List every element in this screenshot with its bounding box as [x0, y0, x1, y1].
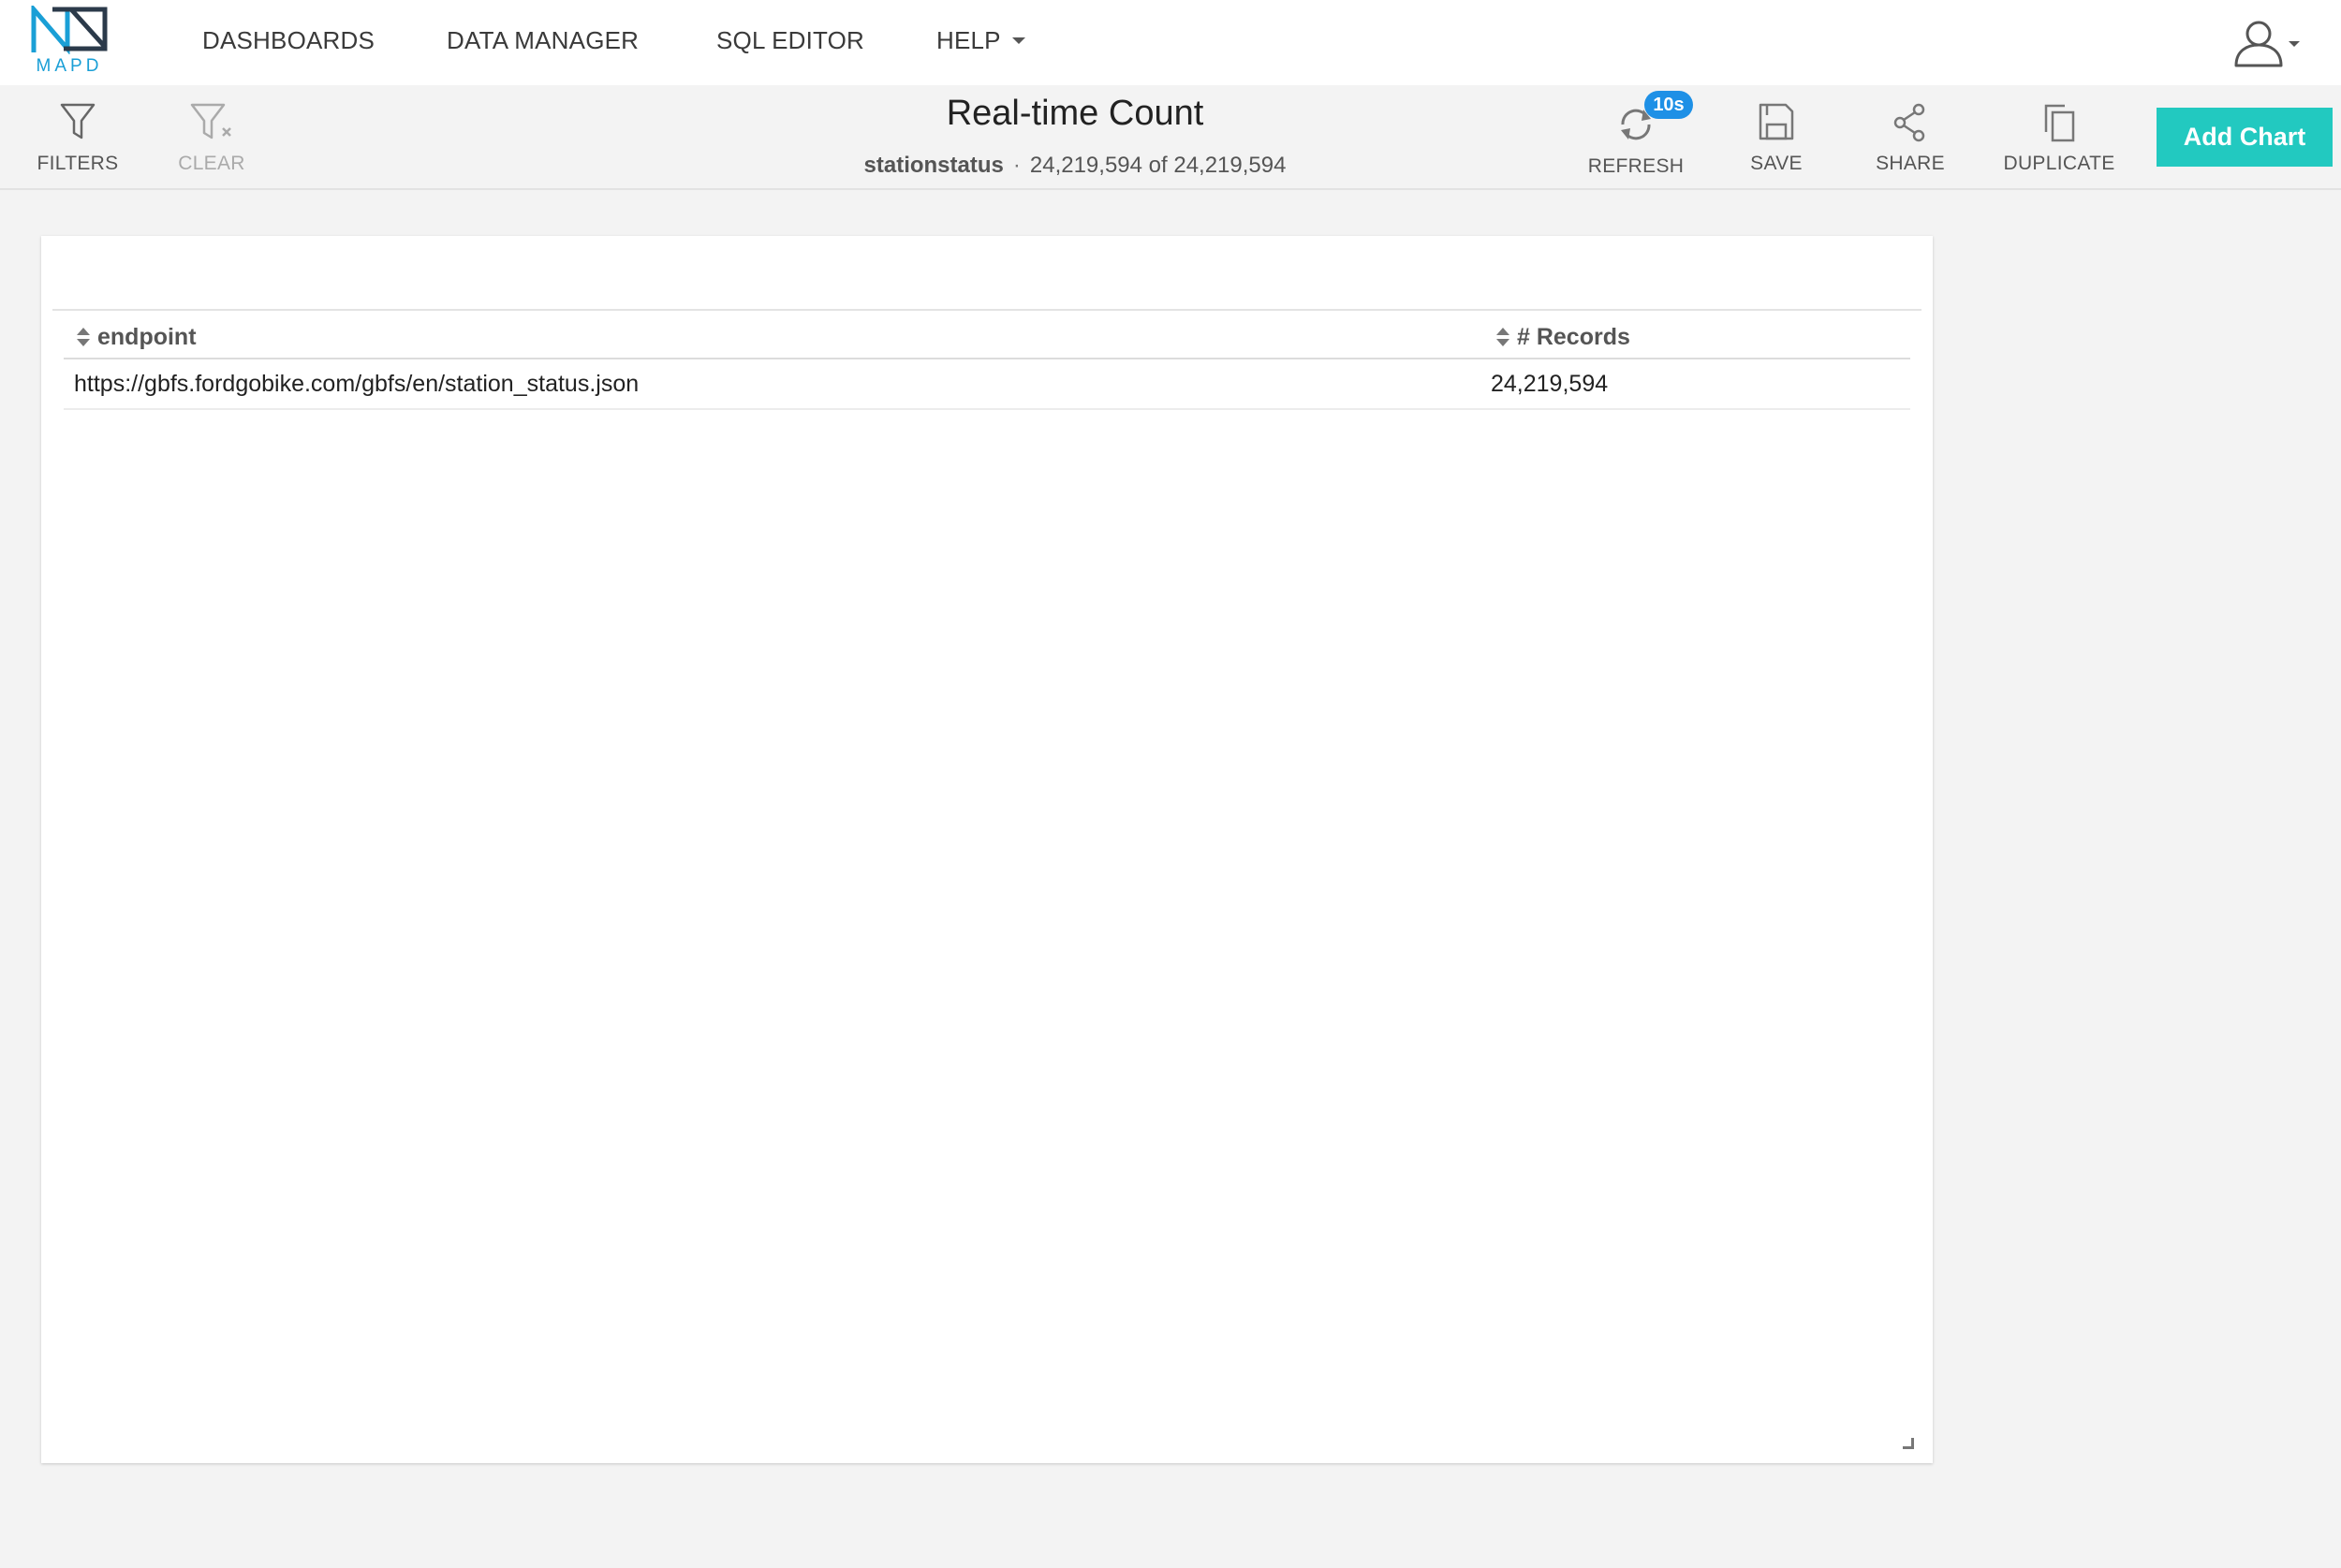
- sort-icon: [1496, 328, 1509, 346]
- mapd-logo-icon: [31, 6, 108, 54]
- column-header-endpoint[interactable]: endpoint: [77, 318, 197, 356]
- user-caret-icon[interactable]: [2289, 41, 2300, 47]
- record-count: 24,219,594 of 24,219,594: [1029, 153, 1287, 178]
- column-header-records[interactable]: # Records: [1496, 318, 1630, 356]
- add-chart-button[interactable]: Add Chart: [2157, 108, 2333, 167]
- column-header-label: endpoint: [97, 323, 197, 350]
- column-header-label: # Records: [1517, 323, 1630, 350]
- top-navbar: MAPD DASHBOARDS DATA MANAGER SQL EDITOR …: [0, 0, 2341, 85]
- nav-help-label: HELP: [936, 26, 1001, 54]
- nav-help[interactable]: HELP: [936, 26, 1025, 55]
- table-chart-card[interactable]: endpoint # Records https://gbfs.fordgobi…: [41, 236, 1933, 1463]
- cell-records: 24,219,594: [1491, 371, 1609, 397]
- cell-endpoint: https://gbfs.fordgobike.com/gbfs/en/stat…: [74, 371, 640, 397]
- nav-dashboards[interactable]: DASHBOARDS: [202, 26, 375, 55]
- resize-handle[interactable]: [1903, 1438, 1914, 1449]
- dashboard-source-count: stationstatus · 24,219,594 of 24,219,594: [0, 153, 2150, 179]
- sort-icon: [77, 328, 90, 346]
- nav-sql-editor[interactable]: SQL EDITOR: [716, 26, 864, 55]
- caret-down-icon: [1011, 37, 1025, 44]
- separator: ·: [1012, 153, 1021, 178]
- table-top-divider: [52, 309, 1921, 311]
- table-row[interactable]: https://gbfs.fordgobike.com/gbfs/en/stat…: [64, 359, 1910, 410]
- user-menu[interactable]: [2231, 19, 2287, 67]
- mapd-logo[interactable]: MAPD: [30, 6, 109, 76]
- dashboard-title[interactable]: Real-time Count: [0, 94, 2150, 134]
- logo-wordmark: MAPD: [36, 56, 103, 76]
- data-source-name[interactable]: stationstatus: [864, 153, 1004, 178]
- nav-data-manager[interactable]: DATA MANAGER: [447, 26, 639, 55]
- user-icon: [2234, 21, 2283, 67]
